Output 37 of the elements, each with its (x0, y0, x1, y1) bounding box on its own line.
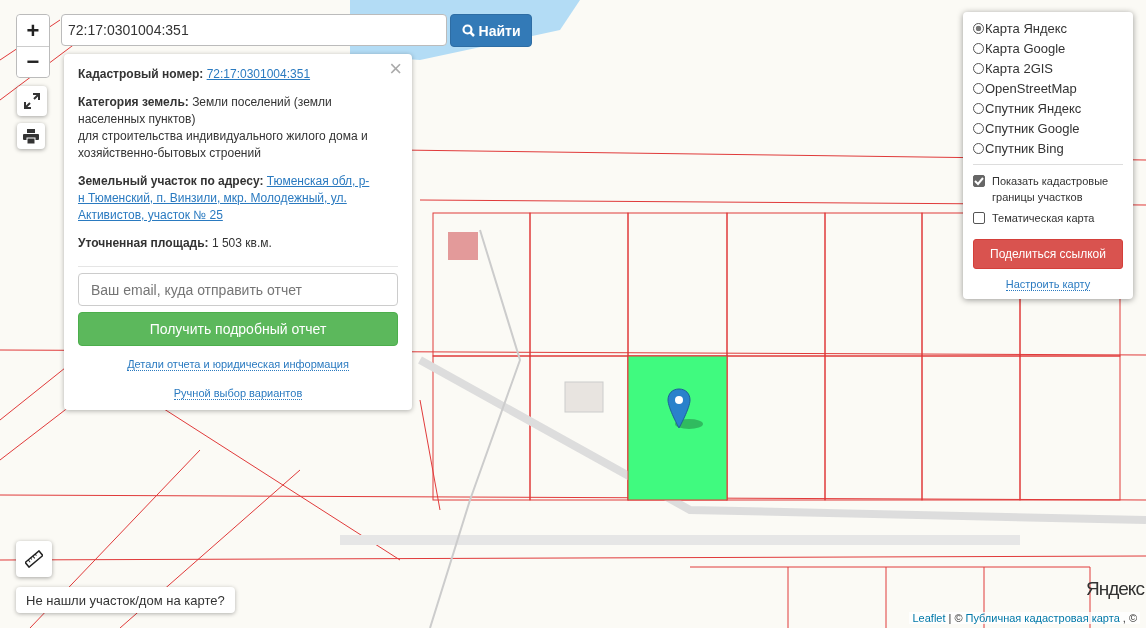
copyright-text: , © (1122, 612, 1137, 624)
email-field[interactable]: Ваш email, куда отправить отчет (78, 273, 398, 306)
info-text: Уточненная площадь: 1 503 кв.м. (78, 235, 272, 252)
zoom-button[interactable]: − (17, 46, 49, 77)
info-text: Земельный участок по адресу: Тюменская обл, р-н Тюменский, п. Винзили, мкр. Молодежный, ул. Активистов, участок № 25 (78, 173, 371, 224)
layer-option[interactable]: Спутник Bing (973, 138, 1123, 158)
layer-option[interactable]: Карта Яндекс (973, 18, 1123, 38)
layer-option[interactable]: Карта Google (973, 38, 1123, 58)
info-text: Категория земель: Земли поселений (земли населенных пунктов) для строительства индивидуального жилого дома и хозяйственно-бытовых строений (78, 94, 369, 162)
layer-option[interactable]: Спутник Google (973, 118, 1123, 138)
cadastral-map-link[interactable]: Публичная кадастровая карта (965, 612, 1120, 624)
leaflet-link[interactable]: Leaflet (912, 612, 946, 624)
share-button[interactable]: Поделиться ссылкой (973, 239, 1123, 269)
settings-link[interactable]: Настроить карту (1005, 278, 1091, 291)
checkbox-option[interactable]: Тематическая карта (973, 210, 1123, 226)
radio-button[interactable] (973, 22, 984, 34)
checkbox[interactable] (973, 175, 985, 187)
printer-icon (23, 128, 39, 144)
search-button[interactable]: Найти (450, 14, 532, 47)
print-button[interactable] (17, 123, 45, 149)
report-link[interactable]: Ручной выбор вариантов (173, 387, 303, 400)
search-icon (461, 24, 475, 37)
checkbox-option[interactable]: Показать кадастровые границы участков (973, 173, 1123, 205)
search-field[interactable]: 72:17:0301004:351 (61, 14, 447, 46)
ruler-button[interactable] (16, 541, 52, 577)
expand-icon (24, 93, 40, 109)
fullscreen-button[interactable] (17, 86, 47, 116)
layer-option[interactable]: Спутник Яндекс (973, 98, 1123, 118)
ruler-icon (25, 550, 43, 568)
layer-option[interactable]: Карта 2GIS (973, 58, 1123, 78)
map-logo: Яндекс (1086, 578, 1144, 600)
separator-text: | © (948, 612, 963, 624)
not-found-button[interactable]: Не нашли участок/дом на карте? (16, 587, 235, 613)
info-text: Кадастровый номер: 72:17:0301004:351 (78, 66, 311, 83)
checkbox[interactable] (973, 212, 985, 224)
layer-option[interactable]: OpenStreetMap (973, 78, 1123, 98)
report-link[interactable]: Детали отчета и юридическая информация (127, 358, 349, 371)
